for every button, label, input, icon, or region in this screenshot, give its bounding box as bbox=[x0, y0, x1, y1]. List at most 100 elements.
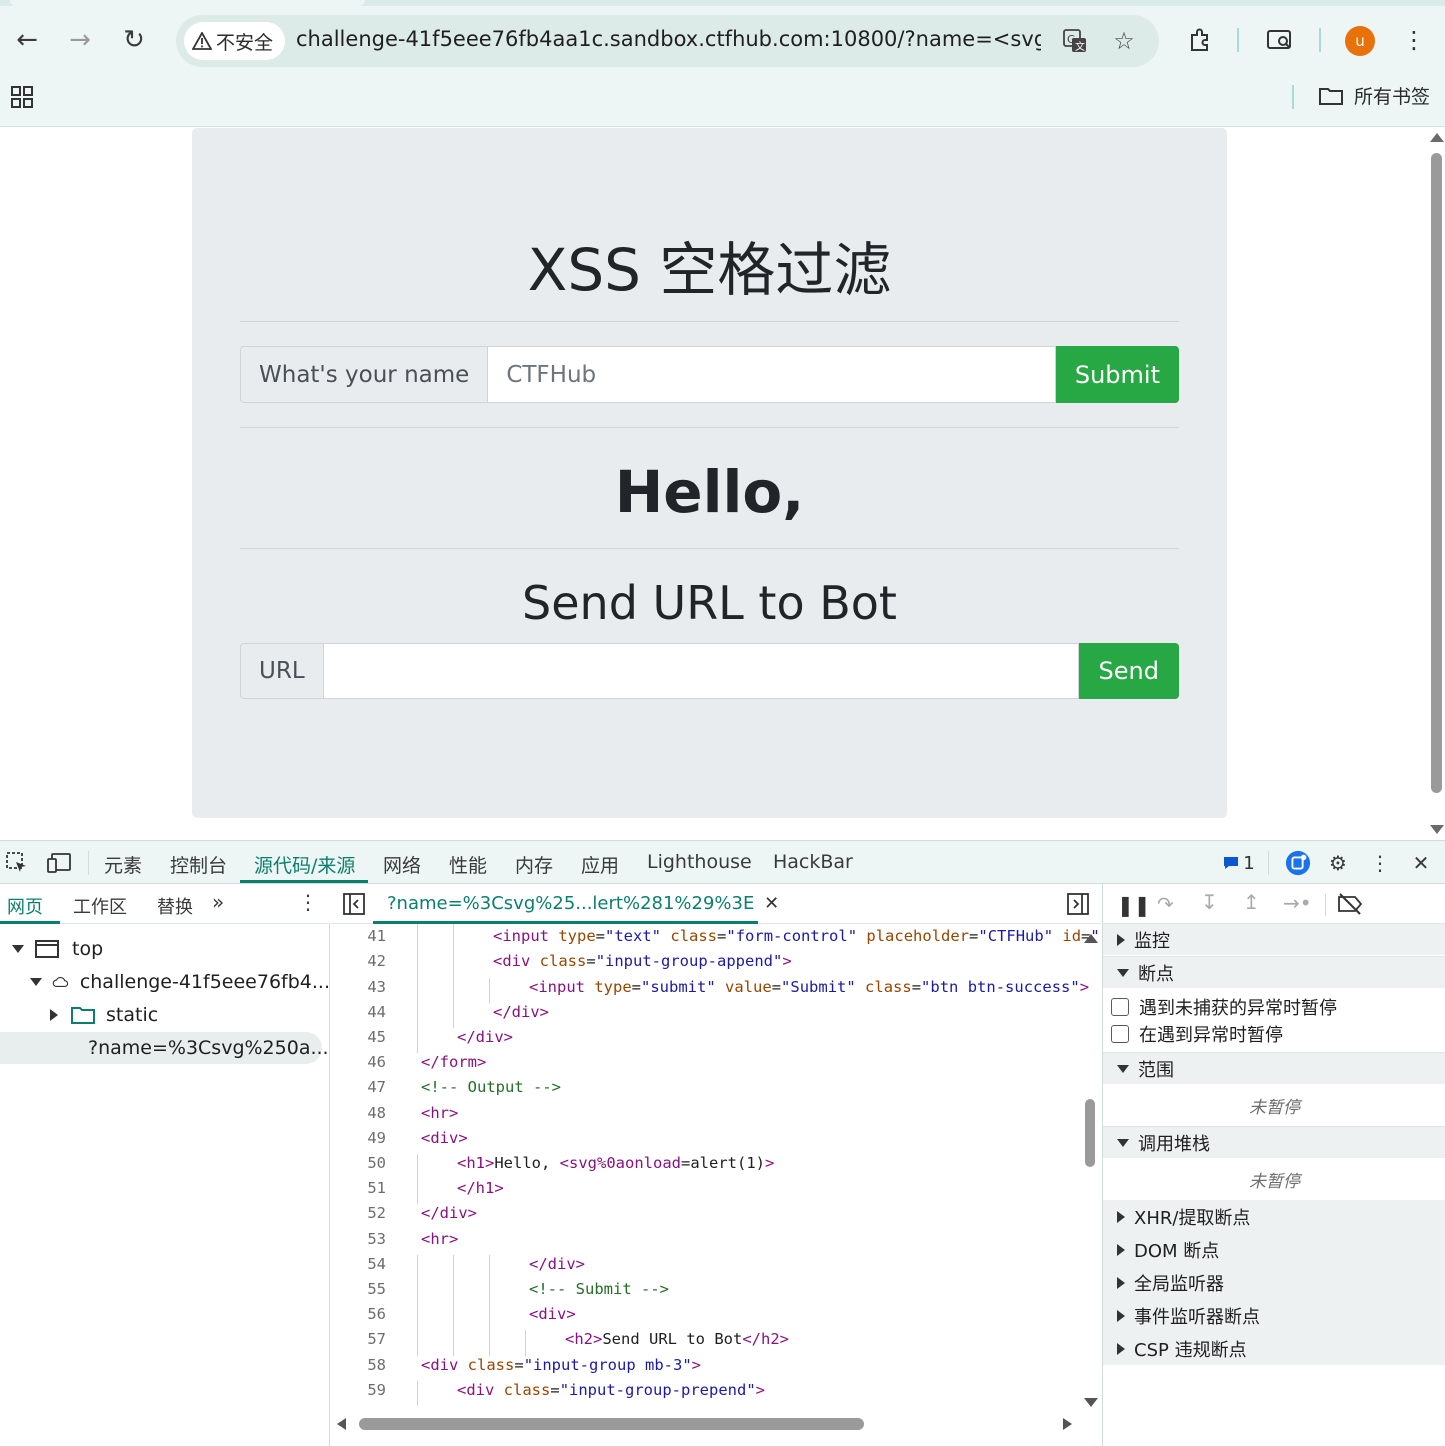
tab-overrides[interactable]: 替换 bbox=[157, 893, 193, 919]
active-tab[interactable] bbox=[10, 0, 365, 6]
open-file-tab[interactable]: ?name=%3Csvg%25...lert%281%29%3E ✕ bbox=[387, 893, 779, 914]
line-number[interactable]: 49 bbox=[331, 1129, 386, 1147]
expand-arrow-icon[interactable] bbox=[1117, 1064, 1129, 1073]
line-number[interactable]: 52 bbox=[331, 1204, 386, 1222]
extensions-icon[interactable] bbox=[1182, 22, 1218, 58]
collapse-arrow-icon[interactable] bbox=[50, 1009, 58, 1021]
url-input[interactable] bbox=[323, 643, 1079, 699]
tab-performance[interactable]: 性能 bbox=[449, 851, 487, 878]
section-scope[interactable]: 范围 bbox=[1103, 1052, 1445, 1084]
editor-scroll-down-icon[interactable] bbox=[1084, 1398, 1098, 1407]
line-number[interactable]: 58 bbox=[331, 1356, 386, 1374]
line-number[interactable]: 55 bbox=[331, 1280, 386, 1298]
line-number[interactable]: 59 bbox=[331, 1381, 386, 1399]
reload-icon[interactable]: ↻ bbox=[112, 18, 156, 62]
editor-scroll-right-icon[interactable] bbox=[1063, 1418, 1072, 1430]
code-line[interactable]: 45 </div> bbox=[331, 1028, 1091, 1054]
scroll-down-icon[interactable] bbox=[1430, 825, 1444, 834]
code-line[interactable]: 56 <div> bbox=[331, 1305, 1091, 1331]
toggle-navigator-icon[interactable] bbox=[343, 893, 365, 919]
tab-sources[interactable]: 源代码/来源 bbox=[254, 851, 355, 878]
code-line[interactable]: 55 <!-- Submit --> bbox=[331, 1280, 1091, 1306]
more-tabs-icon[interactable]: » bbox=[212, 890, 224, 914]
code-line[interactable]: 49 <div> bbox=[331, 1129, 1091, 1154]
editor-hscroll-thumb[interactable] bbox=[359, 1418, 864, 1430]
section-call-stack[interactable]: 调用堆栈 bbox=[1103, 1126, 1445, 1158]
code-line[interactable]: 43 <input type="submit" value="Submit" cl… bbox=[331, 977, 1091, 1003]
code-line[interactable]: 51 </h1> bbox=[331, 1179, 1091, 1205]
navigator-menu-icon[interactable]: ⋮ bbox=[298, 890, 318, 914]
code-line[interactable]: 52 </div> bbox=[331, 1204, 1091, 1229]
bookmark-star-icon[interactable]: ☆ bbox=[1107, 24, 1141, 58]
submit-button[interactable]: Submit bbox=[1055, 346, 1179, 403]
section-dom-breakpoints[interactable]: DOM 断点 bbox=[1103, 1233, 1445, 1266]
profile-avatar[interactable]: u bbox=[1345, 26, 1375, 56]
line-number[interactable]: 56 bbox=[331, 1305, 386, 1323]
line-number[interactable]: 51 bbox=[331, 1179, 386, 1197]
translate-icon[interactable]: G文 bbox=[1058, 24, 1092, 58]
step-icon[interactable]: →• bbox=[1283, 891, 1312, 915]
step-over-icon[interactable]: ↷ bbox=[1157, 892, 1174, 916]
expand-arrow-icon[interactable] bbox=[1117, 933, 1125, 946]
line-number[interactable]: 54 bbox=[331, 1255, 386, 1273]
tree-item-static[interactable]: static bbox=[0, 999, 330, 1031]
close-tab-icon[interactable]: ✕ bbox=[764, 893, 779, 914]
section-csp-breakpoints[interactable]: CSP 违规断点 bbox=[1103, 1332, 1445, 1365]
expand-arrow-icon[interactable] bbox=[1117, 968, 1129, 977]
section-breakpoints[interactable]: 断点 bbox=[1103, 956, 1445, 988]
devtools-more-icon[interactable]: ⋮ bbox=[1367, 850, 1393, 876]
code-line[interactable]: 59 <div class="input-group-prepend"> bbox=[331, 1380, 1091, 1406]
tab-console[interactable]: 控制台 bbox=[170, 851, 227, 878]
line-number[interactable]: 44 bbox=[331, 1003, 386, 1021]
line-number[interactable]: 42 bbox=[331, 952, 386, 970]
section-watch[interactable]: 监控 bbox=[1103, 923, 1445, 955]
code-line[interactable]: 44 </div> bbox=[331, 1002, 1091, 1028]
section-xhr-breakpoints[interactable]: XHR/提取断点 bbox=[1103, 1200, 1445, 1233]
code-line[interactable]: 46 </form> bbox=[331, 1053, 1091, 1078]
line-number[interactable]: 50 bbox=[331, 1154, 386, 1172]
code-line[interactable]: 54 </div> bbox=[331, 1254, 1091, 1280]
code-line[interactable]: 57 <h2>Send URL to Bot</h2> bbox=[331, 1330, 1091, 1356]
url-text[interactable]: challenge-41f5eee76fb4aa1c.sandbox.ctfhu… bbox=[296, 27, 1041, 51]
pause-uncaught-checkbox[interactable]: 遇到未捕获的异常时暂停 bbox=[1111, 994, 1337, 1020]
expand-arrow-icon[interactable] bbox=[1117, 1309, 1125, 1322]
code-view[interactable]: 40</div>41<input type="text" class="form… bbox=[331, 924, 1101, 1419]
more-menu-icon[interactable]: ⋮ bbox=[1396, 22, 1432, 58]
line-number[interactable]: 48 bbox=[331, 1104, 386, 1122]
line-number[interactable]: 41 bbox=[331, 927, 386, 945]
address-bar[interactable]: 不安全 challenge-41f5eee76fb4aa1c.sandbox.c… bbox=[176, 15, 1159, 67]
tab-lighthouse[interactable]: Lighthouse bbox=[647, 851, 752, 873]
line-number[interactable]: 47 bbox=[331, 1078, 386, 1096]
code-line[interactable]: 47 <!-- Output --> bbox=[331, 1078, 1091, 1103]
pause-icon[interactable]: ❚❚ bbox=[1117, 893, 1151, 917]
expand-arrow-icon[interactable] bbox=[1117, 1276, 1125, 1289]
tree-item-top[interactable]: top bbox=[0, 933, 330, 965]
step-into-icon[interactable]: ↧ bbox=[1201, 890, 1218, 914]
editor-vscroll-thumb[interactable] bbox=[1085, 1099, 1095, 1167]
scroll-up-icon[interactable] bbox=[1430, 133, 1444, 142]
line-number[interactable]: 46 bbox=[331, 1053, 386, 1071]
code-line[interactable]: 41 <input type="text" class="form-control… bbox=[331, 927, 1100, 953]
tree-item-domain[interactable]: challenge-41f5eee76fb4... bbox=[0, 966, 330, 998]
checkbox[interactable] bbox=[1111, 1025, 1129, 1043]
close-devtools-icon[interactable]: ✕ bbox=[1408, 850, 1434, 876]
expand-arrow-icon[interactable] bbox=[1117, 1342, 1125, 1355]
tab-memory[interactable]: 内存 bbox=[515, 851, 553, 878]
settings-gear-icon[interactable]: ⚙ bbox=[1325, 850, 1351, 876]
line-number[interactable]: 53 bbox=[331, 1230, 386, 1248]
scrollbar-thumb[interactable] bbox=[1431, 153, 1442, 793]
tab-page[interactable]: 网页 bbox=[7, 893, 43, 919]
security-chip[interactable]: 不安全 bbox=[184, 22, 286, 60]
deactivate-breakpoints-icon[interactable] bbox=[1337, 892, 1363, 920]
step-out-icon[interactable]: ↥ bbox=[1243, 890, 1260, 914]
expand-arrow-icon[interactable] bbox=[1117, 1138, 1129, 1147]
code-line[interactable]: 42 <div class="input-group-append"> bbox=[331, 952, 1091, 978]
name-input[interactable]: CTFHub bbox=[488, 346, 1056, 403]
issues-button[interactable]: 1 bbox=[1222, 850, 1256, 876]
back-icon[interactable]: ← bbox=[5, 18, 49, 62]
section-event-listener-breakpoints[interactable]: 事件监听器断点 bbox=[1103, 1299, 1445, 1332]
code-line[interactable]: 50 <h1>Hello, <svg%0aonload=alert(1)> bbox=[331, 1154, 1091, 1180]
forward-icon[interactable]: → bbox=[58, 18, 102, 62]
ai-assistant-icon[interactable] bbox=[1285, 850, 1311, 876]
section-global-listeners[interactable]: 全局监听器 bbox=[1103, 1266, 1445, 1299]
